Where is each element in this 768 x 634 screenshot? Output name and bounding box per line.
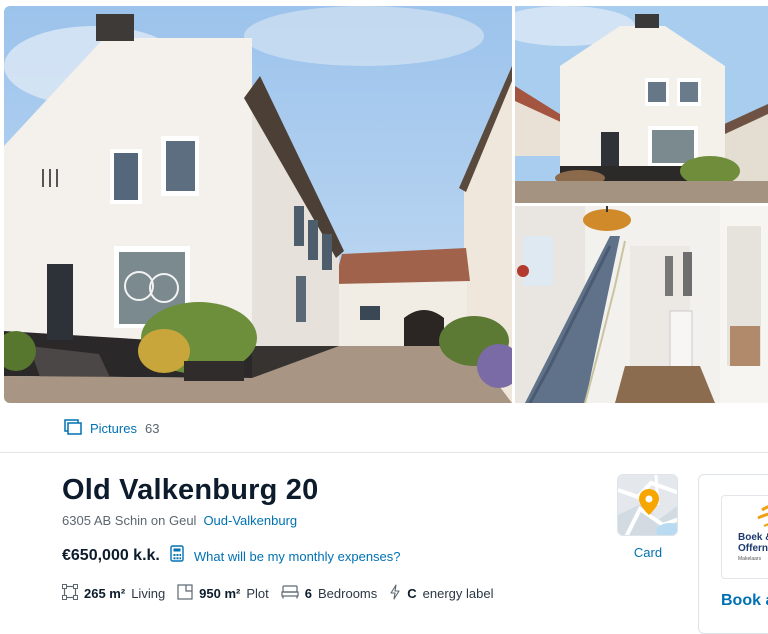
postal-city: 6305 AB Schin on Geul — [62, 513, 197, 528]
feature-bedrooms: 6 Bedrooms — [281, 585, 377, 602]
energy-bolt-icon — [389, 584, 401, 603]
living-value: 265 m² — [84, 586, 126, 601]
main-photo[interactable] — [4, 6, 512, 403]
agent-logo-line1: Boek & — [738, 532, 768, 543]
map-thumbnail[interactable] — [617, 474, 678, 536]
plot-value: 950 m² — [199, 586, 241, 601]
listing-address: 6305 AB Schin on Geul Oud-Valkenburg — [62, 513, 297, 528]
price-row: €650,000 k.k. What will be my monthly ex… — [62, 545, 401, 567]
feature-energy: C energy label — [389, 584, 493, 603]
book-viewing-link[interactable]: Book a — [721, 592, 768, 610]
calculator-icon[interactable] — [170, 545, 184, 567]
living-area-icon — [62, 584, 78, 603]
energy-label: energy label — [422, 586, 494, 601]
photo-hallway-stairs[interactable] — [515, 206, 768, 403]
plot-area-icon — [177, 584, 193, 603]
pictures-icon — [64, 419, 82, 438]
section-divider — [0, 452, 768, 453]
agent-logo-line3: Makelaars — [738, 556, 762, 562]
photo-front-facade[interactable] — [515, 6, 768, 203]
agent-logo[interactable]: Boek & Offern Makelaars — [721, 495, 768, 579]
pictures-count: 63 — [144, 421, 160, 436]
bedrooms-value: 6 — [304, 586, 313, 601]
feature-plot: 950 m² Plot — [177, 584, 269, 603]
bed-icon — [281, 585, 299, 602]
photo-gallery — [0, 0, 768, 405]
key-features: 265 m² Living 950 m² Plot 6 Bedrooms C e… — [62, 584, 493, 603]
pictures-button[interactable]: Pictures 63 — [64, 419, 159, 438]
living-label: Living — [131, 586, 166, 601]
plot-label: Plot — [246, 586, 269, 601]
agent-logo-line2: Offern — [738, 543, 768, 554]
pictures-label: Pictures — [90, 421, 137, 436]
feature-living: 265 m² Living — [62, 584, 165, 603]
listing-title: Old Valkenburg 20 — [62, 474, 319, 506]
neighborhood-link[interactable]: Oud-Valkenburg — [203, 513, 297, 528]
bedrooms-label: Bedrooms — [318, 586, 378, 601]
agent-panel: Boek & Offern Makelaars Book a — [698, 474, 768, 634]
monthly-expenses-link[interactable]: What will be my monthly expenses? — [194, 549, 401, 564]
listing-price: €650,000 k.k. — [62, 547, 160, 564]
map-label[interactable]: Card — [622, 545, 674, 560]
energy-value: C — [407, 586, 417, 601]
